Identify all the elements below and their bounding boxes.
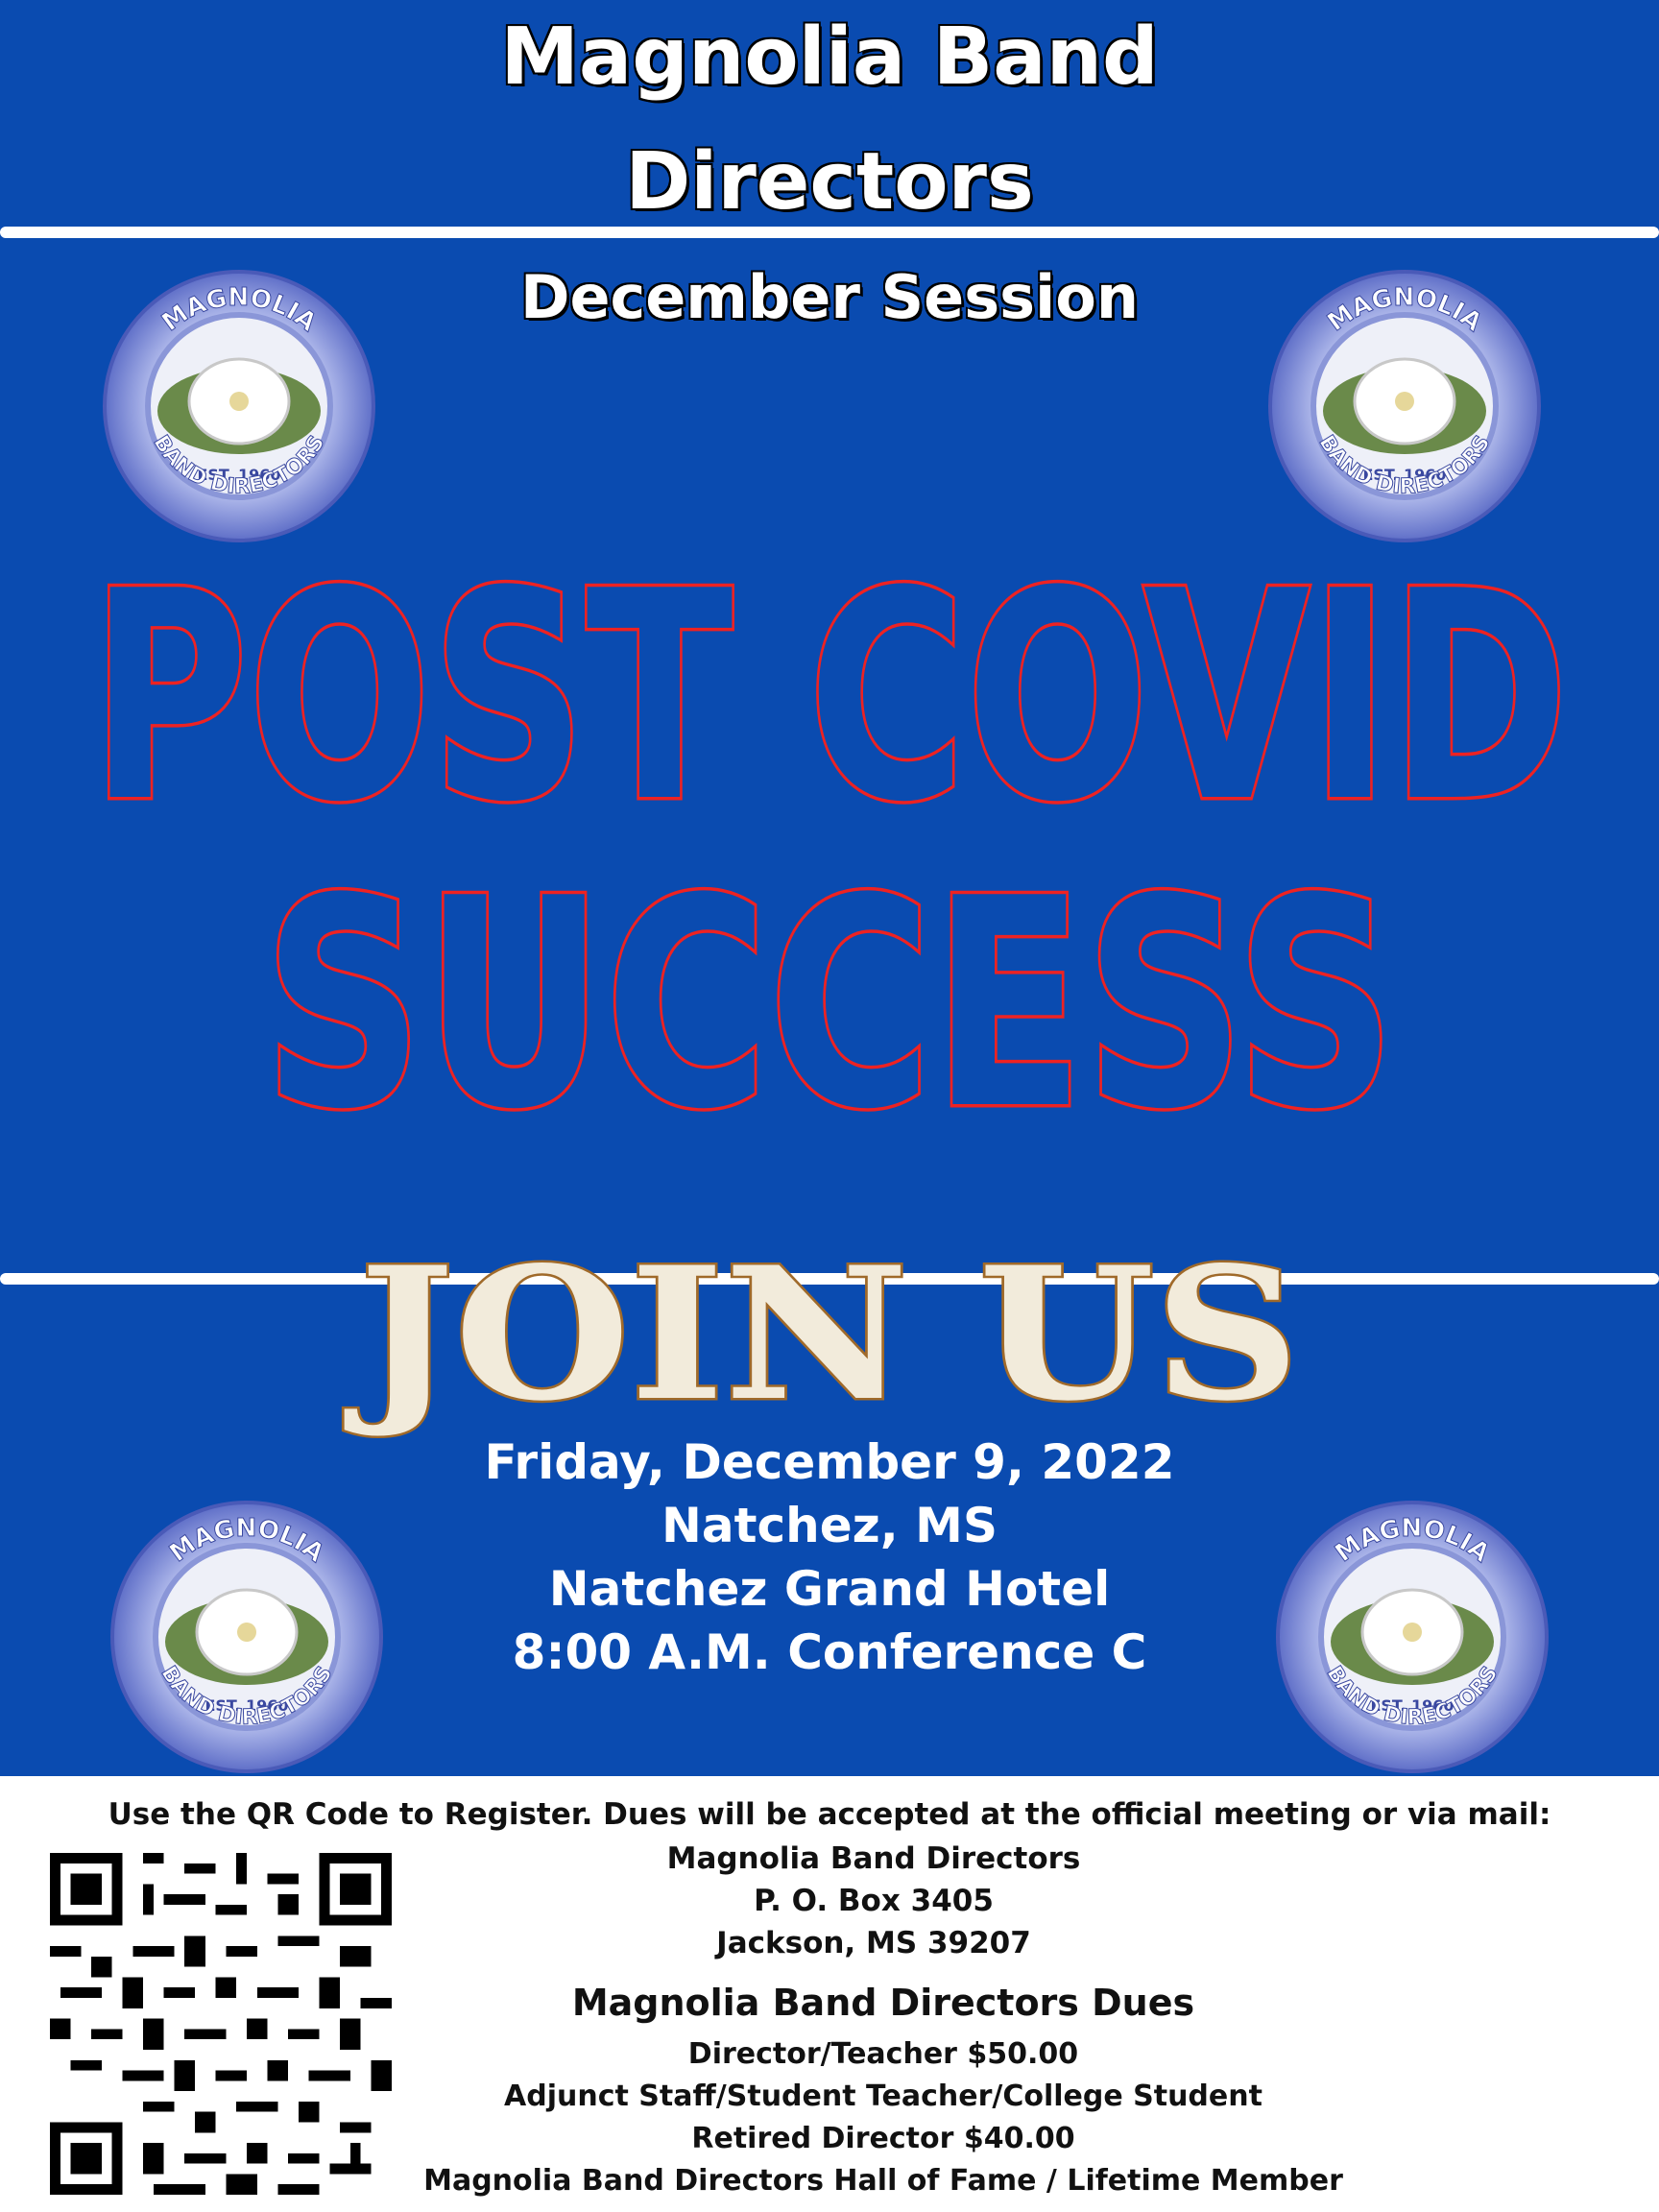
headline-success: SUCCESS	[260, 845, 1400, 1152]
address-line-3: Jackson, MS 39207	[716, 1926, 1031, 1960]
qr-code-icon[interactable]	[50, 1853, 392, 2195]
svg-text:SUCCESS: SUCCESS	[263, 845, 1396, 1152]
dues-item-hall-of-fame: Magnolia Band Directors Hall of Fame / L…	[423, 2164, 1343, 2198]
svg-text:JOIN US: JOIN US	[345, 1227, 1300, 1441]
event-date: Friday, December 9, 2022	[484, 1434, 1175, 1490]
magnolia-logo-bottom-right: MAGNOLIA EST. 1960 BAND DIRECTORS	[1276, 1501, 1549, 1773]
headline-post-covid: POST COVID	[87, 538, 1573, 845]
title-line-1: Magnolia Band	[500, 12, 1159, 103]
dues-heading: Magnolia Band Directors Dues	[571, 1982, 1195, 2024]
title-line-2: Directors	[625, 136, 1034, 228]
dues-item-retired: Retired Director $40.00	[691, 2122, 1075, 2155]
magnolia-logo-bottom-left: MAGNOLIA EST. 1960 BAND DIRECTORS	[110, 1501, 383, 1773]
dues-item-adjunct: Adjunct Staff/Student Teacher/College St…	[504, 2080, 1262, 2113]
address-line-2: P. O. Box 3405	[754, 1884, 994, 1918]
dues-item-director: Director/Teacher $50.00	[687, 2037, 1079, 2071]
top-divider-line	[0, 227, 1659, 238]
address-line-1: Magnolia Band Directors	[666, 1841, 1081, 1876]
registration-instructions: Use the QR Code to Register. Dues will b…	[108, 1797, 1551, 1832]
magnolia-logo-top-left: MAGNOLIA EST. 1960 BAND DIRECTORS	[103, 270, 375, 542]
svg-text:POST COVID: POST COVID	[90, 538, 1569, 845]
magnolia-logo-top-right: MAGNOLIA EST. 1960 BAND DIRECTORS	[1268, 270, 1541, 542]
